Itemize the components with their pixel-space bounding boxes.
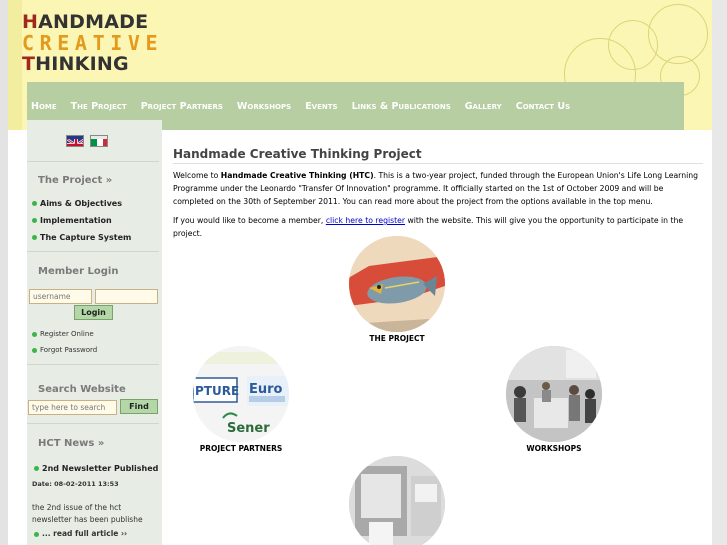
partner-logo-euro: Euro	[249, 382, 283, 397]
logo-initial: T	[22, 53, 36, 75]
italy-flag-icon[interactable]	[90, 135, 108, 147]
find-button[interactable]: Find	[120, 399, 158, 414]
partners-thumbnail[interactable]: PTURE Euro Sener	[193, 346, 289, 442]
nav-home[interactable]: Home	[31, 101, 57, 112]
gallery-thumbnail[interactable]	[349, 456, 445, 545]
search-website-title: Search Website	[38, 384, 126, 395]
nav-gallery[interactable]: Gallery	[465, 101, 502, 112]
language-switcher	[66, 135, 108, 147]
sidebar-divider	[27, 161, 159, 162]
news-excerpt-2: newsletter has been publishe	[32, 515, 143, 524]
logo-word: ANDMADE	[38, 11, 149, 33]
nav-project-partners[interactable]: Project Partners	[141, 101, 223, 112]
nav-events[interactable]: Events	[305, 101, 337, 112]
username-input[interactable]: username	[29, 289, 92, 304]
header-strip	[8, 0, 22, 130]
page-title: Handmade Creative Thinking Project	[173, 147, 422, 161]
logo-initial: H	[22, 11, 39, 33]
password-input[interactable]	[95, 289, 158, 304]
nav-workshops[interactable]: Workshops	[237, 101, 291, 112]
member-login-title: Member Login	[38, 266, 119, 277]
login-button[interactable]: Login	[74, 305, 113, 320]
register-link[interactable]: click here to register	[326, 216, 405, 225]
register-online-link[interactable]: Register Online	[32, 330, 94, 338]
search-input[interactable]: type here to search	[28, 400, 117, 415]
logo-word: CREATIVE	[22, 31, 164, 55]
partner-logo-pture: PTURE	[195, 384, 239, 398]
workshops-thumbnail[interactable]	[506, 346, 602, 442]
site-logo[interactable]: HANDMADE CREATIVE THINKING	[22, 12, 163, 75]
caption-project-partners[interactable]: PROJECT PARTNERS	[193, 444, 289, 453]
bullet-icon	[32, 347, 37, 353]
nav-links-publications[interactable]: Links & Publications	[352, 101, 451, 112]
sidebar-link-implementation[interactable]: Implementation	[32, 216, 112, 225]
caption-workshops[interactable]: WORKSHOPS	[506, 444, 602, 453]
bullet-icon	[34, 466, 39, 471]
title-divider	[173, 163, 703, 164]
logo-word: HINKING	[35, 53, 129, 75]
uk-flag-icon[interactable]	[66, 135, 84, 147]
project-thumbnail[interactable]	[349, 236, 445, 332]
sidebar-project-title[interactable]: The Project »	[38, 175, 112, 186]
hct-news-title[interactable]: HCT News »	[38, 438, 104, 449]
news-headline[interactable]: 2nd Newsletter Published	[34, 464, 158, 473]
forgot-password-link[interactable]: Forgot Password	[32, 346, 97, 354]
page-margin-right	[712, 0, 727, 545]
bullet-icon	[32, 201, 37, 206]
page-margin-left	[0, 0, 8, 545]
sidebar-link-aims[interactable]: Aims & Objectives	[32, 199, 122, 208]
sidebar-divider	[27, 364, 159, 365]
nav-contact-us[interactable]: Contact Us	[516, 101, 570, 112]
bullet-icon	[32, 331, 37, 337]
read-more-link[interactable]: ... read full article ››	[34, 529, 127, 538]
bullet-icon	[32, 235, 37, 240]
sidebar-divider	[27, 423, 159, 424]
sidebar-link-capture-system[interactable]: The Capture System	[32, 233, 131, 242]
caption-the-project[interactable]: THE PROJECT	[349, 334, 445, 343]
member-paragraph: If you would like to become a member, cl…	[173, 216, 684, 238]
news-date: Date: 08-02-2011 13:53	[32, 480, 119, 488]
nav-the-project[interactable]: The Project	[71, 101, 127, 112]
partner-logo-sener: Sener	[227, 421, 270, 436]
bullet-icon	[34, 531, 39, 537]
sidebar-divider	[27, 251, 159, 252]
decor-circle	[648, 4, 708, 64]
news-excerpt-1: the 2nd issue of the hct	[32, 503, 122, 512]
bullet-icon	[32, 218, 37, 223]
intro-paragraph: Welcome to Handmade Creative Thinking (H…	[173, 171, 698, 206]
